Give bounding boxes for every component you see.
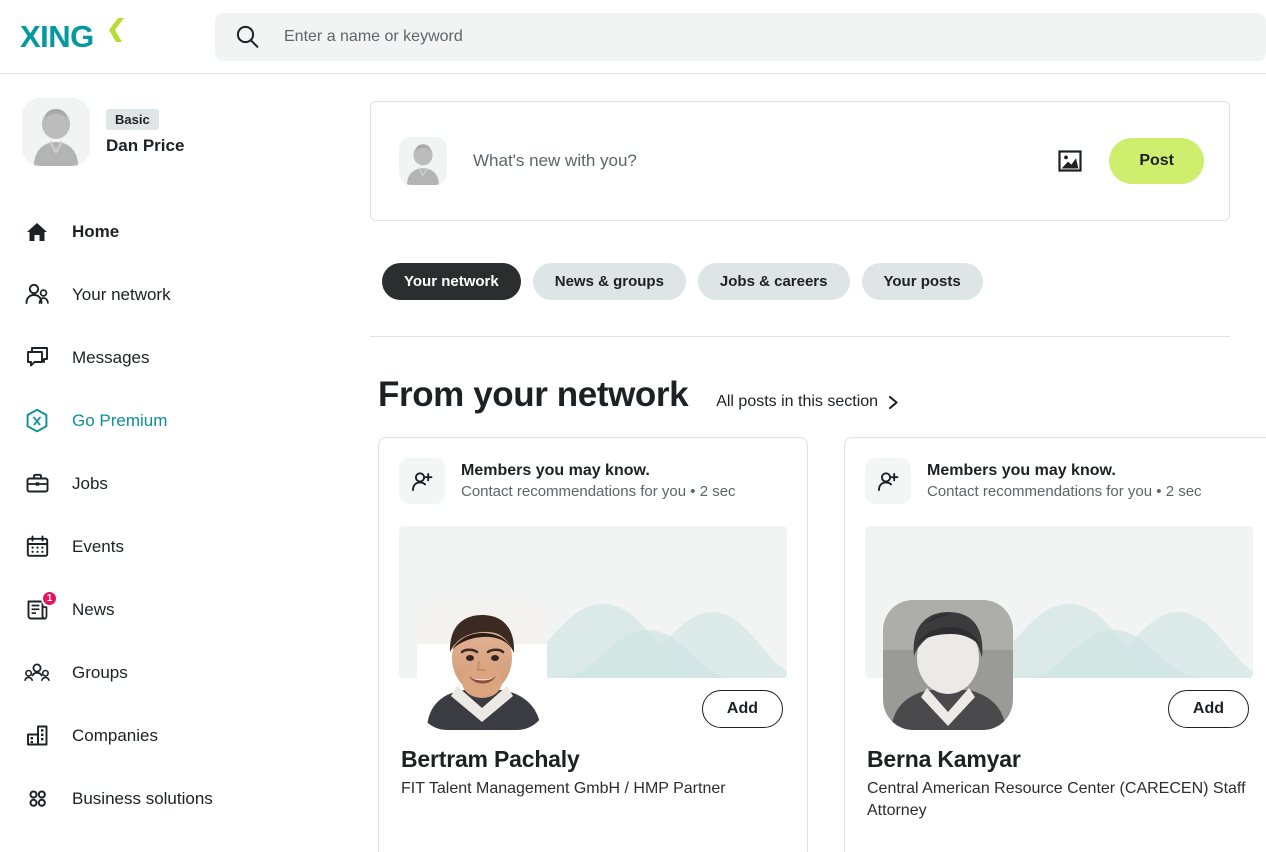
list-item[interactable]: Members you may know. Contact recommenda…: [844, 437, 1266, 852]
composer-avatar: [399, 137, 447, 185]
person-name: Bertram Pachaly: [401, 746, 787, 773]
person-name: Berna Kamyar: [867, 746, 1253, 773]
grid-dots-icon: [22, 786, 52, 811]
app-header: XING Enter a name or keyword: [0, 0, 1266, 74]
post-button[interactable]: Post: [1109, 138, 1204, 184]
chevron-right-icon: [887, 395, 900, 410]
recommendation-cards: Members you may know. Contact recommenda…: [370, 437, 1230, 852]
building-icon: [22, 723, 52, 748]
all-posts-link-label: All posts in this section: [716, 393, 878, 411]
sidebar-item-events[interactable]: Events: [0, 515, 340, 578]
sidebar-item-groups[interactable]: Groups: [0, 641, 340, 704]
sidebar-item-companies[interactable]: Companies: [0, 704, 340, 767]
sidebar-item-your-network[interactable]: Your network: [0, 263, 340, 326]
tab-your-network[interactable]: Your network: [382, 263, 521, 300]
sidebar-item-label: News: [72, 600, 115, 620]
post-composer[interactable]: What's new with you? Post: [370, 101, 1230, 221]
card-subtitle: Contact recommendations for you • 2 sec: [927, 483, 1202, 500]
sidebar-item-label: Home: [72, 222, 119, 242]
profile-name: Dan Price: [106, 136, 184, 156]
search-icon: [235, 24, 260, 49]
avatar[interactable]: [22, 98, 90, 166]
card-title: Members you may know.: [461, 462, 736, 480]
composer-input[interactable]: What's new with you?: [473, 151, 1053, 171]
page-title: From your network: [378, 375, 688, 415]
logo-x-mark-icon: [97, 17, 125, 47]
group-icon: [22, 660, 52, 686]
briefcase-icon: [22, 471, 52, 496]
sidebar-item-label: Events: [72, 537, 124, 557]
image-icon[interactable]: [1053, 144, 1087, 178]
logo-wordmark: XING: [20, 21, 94, 52]
list-item[interactable]: Members you may know. Contact recommenda…: [378, 437, 808, 852]
add-contact-button[interactable]: Add: [1168, 690, 1249, 728]
sidebar-item-label: Business solutions: [72, 789, 213, 809]
search-input[interactable]: Enter a name or keyword: [215, 13, 1266, 61]
sidebar-item-business-solutions[interactable]: Business solutions: [0, 767, 340, 830]
sidebar-item-label: Companies: [72, 726, 158, 746]
logo-area[interactable]: XING: [0, 21, 215, 52]
membership-badge: Basic: [106, 109, 159, 130]
sidebar-item-label: Messages: [72, 348, 149, 368]
card-person-info: Berna Kamyar Central American Resource C…: [865, 746, 1253, 822]
home-icon: [22, 220, 52, 244]
calendar-icon: [22, 534, 52, 559]
all-posts-link[interactable]: All posts in this section: [716, 393, 900, 411]
hexagon-x-icon: [22, 408, 52, 434]
sidebar: Basic Dan Price Home Your networ: [0, 74, 340, 852]
tab-jobs-and-careers[interactable]: Jobs & careers: [698, 263, 850, 300]
sidebar-item-jobs[interactable]: Jobs: [0, 452, 340, 515]
avatar[interactable]: [883, 600, 1013, 730]
sidebar-item-messages[interactable]: Messages: [0, 326, 340, 389]
news-unread-badge: 1: [41, 590, 58, 607]
tab-news-and-groups[interactable]: News & groups: [533, 263, 686, 300]
sidebar-item-news[interactable]: 1 News: [0, 578, 340, 641]
tab-your-posts[interactable]: Your posts: [862, 263, 983, 300]
xing-logo[interactable]: XING: [20, 21, 125, 52]
section-header: From your network All posts in this sect…: [370, 337, 1230, 437]
profile-summary[interactable]: Basic Dan Price: [0, 98, 340, 166]
add-contact-button[interactable]: Add: [702, 690, 783, 728]
avatar[interactable]: [417, 600, 547, 730]
main-content: What's new with you? Post Your network N…: [340, 74, 1266, 852]
sidebar-item-label: Go Premium: [72, 411, 167, 431]
people-icon: [22, 282, 52, 307]
card-subtitle: Contact recommendations for you • 2 sec: [461, 483, 736, 500]
person-role: FIT Talent Management GmbH / HMP Partner: [401, 778, 787, 800]
card-title: Members you may know.: [927, 462, 1202, 480]
sidebar-item-label: Groups: [72, 663, 128, 683]
search-placeholder-text: Enter a name or keyword: [284, 28, 463, 46]
sidebar-item-home[interactable]: Home: [0, 200, 340, 263]
card-header: Members you may know. Contact recommenda…: [865, 458, 1253, 504]
card-person-info: Bertram Pachaly FIT Talent Management Gm…: [399, 746, 787, 800]
person-role: Central American Resource Center (CARECE…: [867, 778, 1253, 822]
news-icon: 1: [22, 597, 52, 622]
sidebar-item-go-premium[interactable]: Go Premium: [0, 389, 340, 452]
sidebar-item-label: Your network: [72, 285, 171, 305]
person-add-icon: [399, 458, 445, 504]
card-header: Members you may know. Contact recommenda…: [399, 458, 787, 504]
person-add-icon: [865, 458, 911, 504]
sidebar-item-label: Jobs: [72, 474, 108, 494]
chat-bubble-icon: [22, 345, 52, 370]
feed-filter-tabs: Your network News & groups Jobs & career…: [370, 221, 1230, 337]
